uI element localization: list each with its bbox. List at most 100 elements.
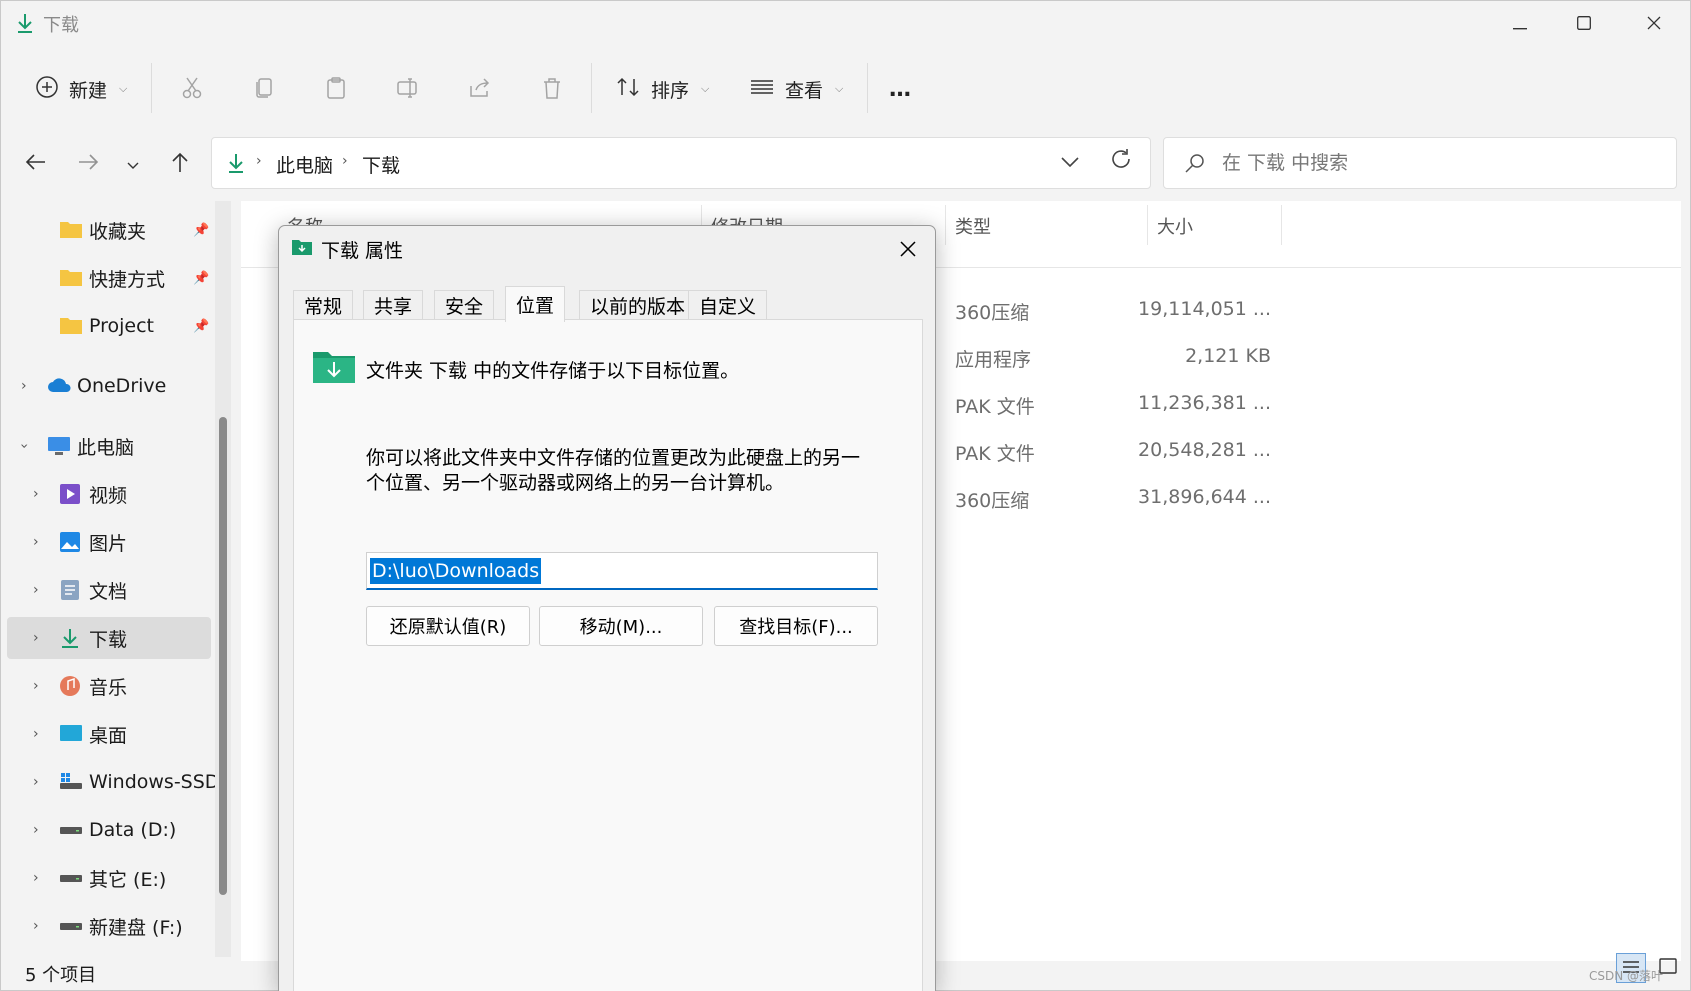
sidebar-item-drive-f[interactable]: › 新建盘 (F:) [7,905,211,947]
search-input[interactable] [1222,148,1652,178]
restore-default-button[interactable]: 还原默认值(R) [366,606,530,646]
sidebar-item-documents[interactable]: › 文档 [7,569,211,611]
scrollbar-thumb[interactable] [219,417,227,895]
tab-location[interactable]: 位置 [505,286,566,322]
video-icon [59,483,83,505]
view-button[interactable]: 查看 ⌵ [749,67,843,111]
folder-icon [59,315,83,337]
address-bar[interactable]: › 此电脑 › 下载 [211,137,1151,189]
tab-general[interactable]: 常规 [293,290,354,320]
refresh-button[interactable] [1109,147,1133,176]
sidebar-item-pictures[interactable]: › 图片 [7,521,211,563]
sidebar-item-favorites[interactable]: 收藏夹 📌 [7,209,211,251]
sidebar-item-onedrive[interactable]: › OneDrive [7,365,211,407]
up-button[interactable] [163,147,197,181]
chevron-right-icon: › [33,534,39,550]
sort-button[interactable]: 排序 ⌵ [615,67,709,111]
view-label: 查看 [785,79,824,102]
delete-icon[interactable] [537,73,567,103]
forward-button[interactable] [71,147,105,181]
documents-icon [59,579,83,601]
drive-icon [59,819,83,841]
tab-security[interactable]: 安全 [434,290,495,320]
download-icon [15,12,35,34]
sort-icon [615,75,641,104]
desktop-icon [59,723,83,745]
breadcrumb-this-pc[interactable]: 此电脑 [276,151,333,178]
maximize-button[interactable] [1549,1,1619,47]
new-label: 新建 [69,79,108,102]
rename-icon[interactable] [393,73,423,103]
chevron-right-icon: › [33,486,39,502]
dialog-title-bar: 下载 属性 [291,234,403,264]
more-icon: … [889,76,911,102]
tab-customize[interactable]: 自定义 [688,290,768,320]
music-icon [59,675,83,697]
minimize-icon [1513,14,1527,35]
cut-icon[interactable] [177,73,207,103]
item-count: 5 个项目 [25,965,97,986]
search-box[interactable] [1163,137,1677,189]
arrow-up-icon [171,151,189,178]
sidebar-item-this-pc[interactable]: › 此电脑 [7,425,211,467]
sidebar-item-label: 收藏夹 [89,220,147,243]
back-button[interactable] [19,147,53,181]
watermark: CSDN @落叶 [1589,969,1664,983]
plus-circle-icon [35,75,59,104]
sidebar-item-label: 下载 [89,628,128,651]
file-size: 20,548,281 ... [1138,439,1271,461]
sidebar-item-videos[interactable]: › 视频 [7,473,211,515]
more-button[interactable]: … [889,67,911,111]
chevron-right-icon: › [21,378,27,394]
find-target-button[interactable]: 查找目标(F)... [714,606,878,646]
column-header-type[interactable]: 类型 [955,213,991,239]
chevron-right-icon: › [33,582,39,598]
new-button[interactable]: 新建 ⌵ [35,67,127,111]
sidebar-item-windows-ssd[interactable]: › Windows-SSD [7,761,219,803]
paste-icon[interactable] [321,73,351,103]
breadcrumb-downloads[interactable]: 下载 [362,151,400,178]
chevron-right-icon: › [33,630,39,646]
chevron-right-icon: › [342,153,348,169]
recent-locations-button[interactable] [116,147,150,181]
file-size: 2,121 KB [1185,345,1271,367]
location-path-input[interactable] [366,552,878,590]
share-icon[interactable] [465,73,495,103]
file-type: 360压缩 [955,490,1030,512]
sidebar-item-label: Project [89,315,155,337]
sidebar-item-label: 音乐 [89,676,128,699]
cloud-icon [47,375,71,397]
toolbar-divider [867,63,868,113]
chevron-down-icon: ⌵ [119,82,128,95]
pin-icon: 📌 [193,222,210,238]
move-button[interactable]: 移动(M)... [539,606,703,646]
close-button[interactable] [1619,1,1689,47]
minimize-button[interactable] [1485,1,1555,47]
sidebar-item-music[interactable]: › 音乐 [7,665,211,707]
sidebar-item-desktop[interactable]: › 桌面 [7,713,211,755]
dialog-close-button[interactable] [893,236,923,266]
sidebar-item-drive-e[interactable]: › 其它 (E:) [7,857,211,899]
chevron-right-icon: › [33,822,39,838]
address-history-button[interactable] [1061,151,1079,172]
tab-previous-versions[interactable]: 以前的版本 [579,290,697,320]
file-type: 360压缩 [955,302,1030,324]
chevron-right-icon: › [256,153,262,169]
column-header-size[interactable]: 大小 [1157,213,1193,239]
sidebar-item-shortcuts[interactable]: 快捷方式 📌 [7,257,211,299]
tab-sharing[interactable]: 共享 [363,290,424,320]
properties-dialog: 下载 属性 常规 共享 安全 位置 以前的版本 自定义 文件夹 下载 中的文件存… [278,225,936,991]
dialog-tabs: 常规 共享 安全 位置 以前的版本 自定义 [293,286,923,322]
copy-icon[interactable] [249,73,279,103]
close-icon [1647,14,1661,35]
sidebar-item-label: 快捷方式 [89,268,166,291]
sidebar-item-downloads[interactable]: › 下载 [7,617,211,659]
command-bar: 新建 ⌵ 排序 ⌵ 查看 ⌵ … [1,53,1690,121]
sidebar-item-drive-d[interactable]: › Data (D:) [7,809,211,851]
download-icon [59,627,83,649]
navigation-pane: 收藏夹 📌 快捷方式 📌 Project 📌 › OneDrive › 此电脑 … [1,201,219,961]
dialog-title: 下载 属性 [321,239,404,262]
column-divider [1147,205,1148,245]
sidebar-item-project[interactable]: Project 📌 [7,305,211,347]
sidebar-scrollbar[interactable] [215,201,231,957]
